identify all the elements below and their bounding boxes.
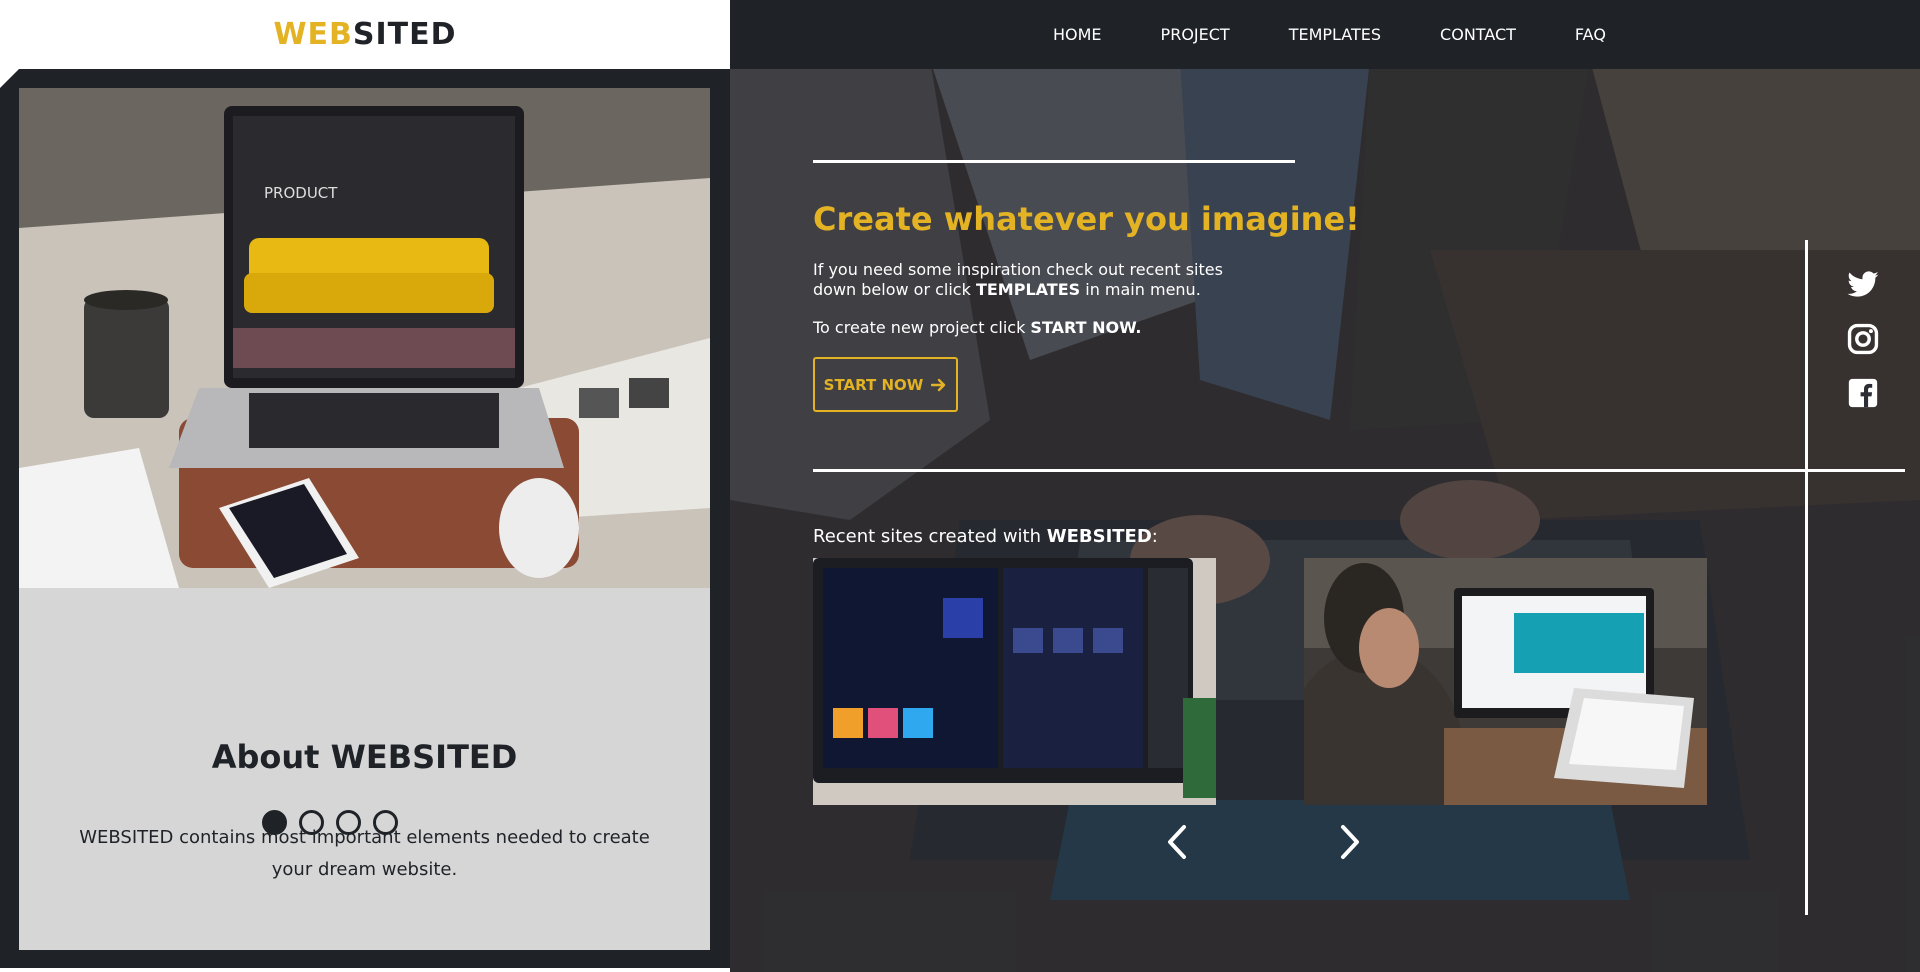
recent-site-thumbnail-1[interactable] xyxy=(813,558,1216,805)
hero-intro-suffix: in main menu. xyxy=(1080,280,1201,299)
nav-faq[interactable]: FAQ xyxy=(1575,25,1606,44)
nav-templates[interactable]: TEMPLATES xyxy=(1289,25,1381,44)
about-title: About WEBSITED xyxy=(211,738,518,776)
recent-sites-brand: WEBSITED xyxy=(1046,526,1152,547)
recent-sites-colon: : xyxy=(1151,526,1158,547)
slider-dot-1[interactable] xyxy=(262,810,287,835)
divider-vertical xyxy=(1805,240,1808,915)
facebook-icon[interactable] xyxy=(1845,376,1881,410)
social-links xyxy=(1845,268,1881,410)
recent-sites-text: Recent sites created with xyxy=(813,526,1047,547)
about-section: About WEBSITED WEBSITED contains most im… xyxy=(19,588,710,950)
logo[interactable]: WEBSITED xyxy=(273,17,456,52)
divider-middle xyxy=(813,469,1905,472)
slider-dot-2[interactable] xyxy=(299,810,324,835)
left-column: WEBSITED PRODUCT About WEBSITED WEBSITED… xyxy=(0,0,730,972)
office-photo xyxy=(1304,558,1707,805)
hero-section: HOME PROJECT TEMPLATES CONTACT FAQ Creat… xyxy=(730,0,1920,972)
corner-decoration xyxy=(0,69,19,88)
divider-top xyxy=(813,160,1295,163)
slider-dots xyxy=(0,810,730,835)
recent-sites-heading: Recent sites created with WEBSITED: xyxy=(813,526,1158,547)
logo-bar: WEBSITED xyxy=(0,0,730,69)
arrow-right-icon xyxy=(931,378,946,391)
desk-photo-illustration: PRODUCT xyxy=(19,88,710,588)
hero-intro2-text: To create new project click xyxy=(813,318,1031,337)
logo-part-web: WEB xyxy=(273,17,353,52)
nav-project[interactable]: PROJECT xyxy=(1161,25,1230,44)
hero-intro: If you need some inspiration check out r… xyxy=(813,260,1243,300)
recent-site-thumbnail-2[interactable] xyxy=(1304,558,1707,805)
twitter-icon[interactable] xyxy=(1845,268,1881,302)
bottom-strip xyxy=(0,968,730,972)
nav-home[interactable]: HOME xyxy=(1053,25,1102,44)
instagram-icon[interactable] xyxy=(1845,322,1881,356)
nav-contact[interactable]: CONTACT xyxy=(1440,25,1516,44)
about-photo: PRODUCT xyxy=(19,88,710,588)
slider-dot-4[interactable] xyxy=(373,810,398,835)
hero-intro2: To create new project click START NOW. xyxy=(813,318,1142,337)
slider-dot-3[interactable] xyxy=(336,810,361,835)
monitor-photo xyxy=(813,558,1216,805)
hero-headline: Create whatever you imagine! xyxy=(813,200,1360,238)
main-nav: HOME PROJECT TEMPLATES CONTACT FAQ xyxy=(730,0,1920,69)
hero-overlay xyxy=(730,0,1920,972)
laptop-screen-title: PRODUCT xyxy=(264,184,338,202)
logo-part-sited: SITED xyxy=(352,17,457,52)
start-now-label: START NOW xyxy=(823,375,924,394)
hero-intro2-start: START NOW. xyxy=(1030,318,1142,337)
carousel-next-icon[interactable] xyxy=(1333,822,1367,862)
carousel-prev-icon[interactable] xyxy=(1160,822,1194,862)
hero-intro-templates: TEMPLATES xyxy=(975,280,1081,299)
start-now-button[interactable]: START NOW xyxy=(813,357,958,412)
